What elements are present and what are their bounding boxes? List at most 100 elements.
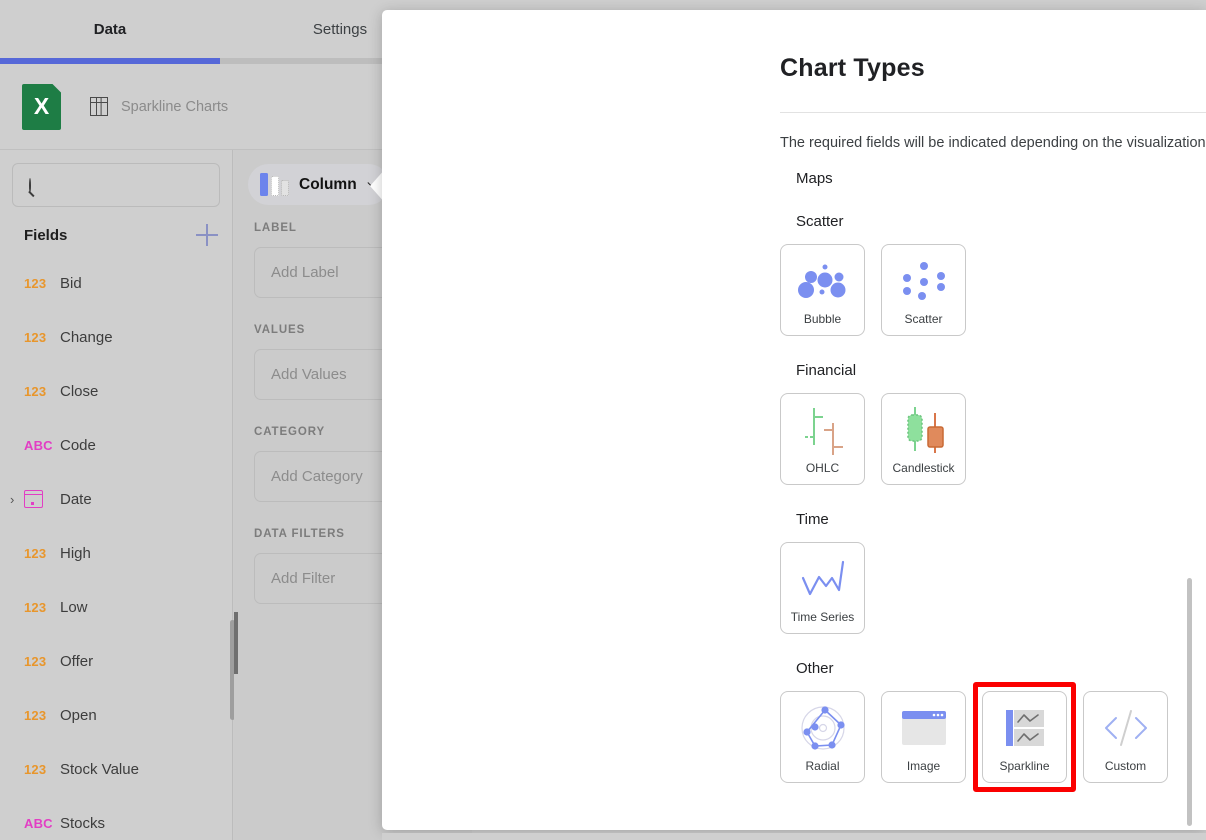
chart-type-card-scatter[interactable]: Scatter	[881, 244, 966, 336]
chart-type-card-wrapper: Bubble	[780, 244, 865, 336]
excel-icon: X	[22, 83, 61, 130]
image-chart-icon	[893, 703, 955, 753]
field-label: Offer	[60, 652, 94, 670]
chart-type-card-custom[interactable]: Custom	[1083, 691, 1168, 783]
ohlc-chart-icon	[792, 405, 854, 455]
custom-code-icon	[1095, 703, 1157, 753]
chart-type-group-title: Other	[796, 660, 834, 677]
field-label: Code	[60, 436, 96, 454]
field-row[interactable]: 123 Open	[0, 688, 232, 742]
calendar-icon	[24, 490, 43, 508]
search-input[interactable]	[41, 176, 240, 194]
chart-type-group: Maps	[780, 170, 1190, 187]
chart-type-card-row: Time Series	[780, 542, 1190, 634]
chart-types-dialog: Chart Types The required fields will be …	[382, 10, 1206, 830]
field-type-icon: 123	[24, 329, 47, 345]
chart-type-card-wrapper: Image	[881, 691, 966, 783]
chart-type-group: Other Radial Image Sparkline Custom	[780, 660, 1190, 792]
chart-type-group-title: Scatter	[796, 213, 844, 230]
chart-type-card-sparkline[interactable]: Sparkline	[982, 691, 1067, 783]
chart-type-group-title: Time	[796, 511, 829, 528]
chart-type-card-bubble[interactable]: Bubble	[780, 244, 865, 336]
chart-type-card-label: Sparkline	[999, 759, 1050, 773]
field-row[interactable]: 123 High	[0, 526, 232, 580]
chart-type-card-image[interactable]: Image	[881, 691, 966, 783]
chart-type-groups: Maps Scatter Bubble Scatter Financial OHLC	[780, 170, 1190, 830]
field-label: Stock Value	[60, 760, 139, 778]
dialog-bottom-strip	[382, 833, 1206, 840]
fields-panel: Fields 123 Bid 123 Change 123 Close ABC Code › Da…	[0, 150, 240, 840]
chart-type-card-label: Candlestick	[892, 461, 955, 475]
chart-type-card-label: Radial	[805, 759, 840, 773]
tab-data[interactable]: Data	[0, 0, 220, 58]
chart-type-card-label: OHLC	[805, 461, 840, 475]
dialog-subtitle: The required fields will be indicated de…	[780, 135, 1206, 151]
chart-type-group: Scatter Bubble Scatter	[780, 213, 1190, 336]
candlestick-chart-icon	[893, 405, 955, 455]
field-row[interactable]: ABC Code	[0, 418, 232, 472]
field-row[interactable]: ABC Stocks	[0, 796, 232, 840]
field-label: Bid	[60, 274, 82, 292]
dialog-scrollbar[interactable]	[1187, 578, 1192, 826]
chart-type-group: Financial OHLC Candlestick	[780, 362, 1190, 485]
search-field-container[interactable]	[12, 163, 240, 207]
table-icon	[90, 97, 108, 116]
sparkline-chart-icon	[994, 703, 1056, 753]
field-type-icon: 123	[24, 761, 47, 777]
column-chart-icon	[260, 173, 289, 196]
scatter-chart-icon	[893, 256, 955, 306]
chart-type-card-row: OHLC Candlestick	[780, 393, 1190, 485]
field-label: Date	[60, 490, 92, 508]
chevron-right-icon[interactable]: ›	[10, 492, 24, 507]
chart-type-card-ohlc[interactable]: OHLC	[780, 393, 865, 485]
chart-type-card-row: Radial Image Sparkline Custom	[780, 682, 1190, 792]
data-source-name: Sparkline Charts	[121, 98, 229, 115]
dialog-divider	[780, 112, 1206, 113]
bubble-chart-icon	[792, 256, 854, 306]
field-type-icon: ABC	[24, 437, 53, 453]
chart-type-card-wrapper: Radial	[780, 691, 865, 783]
field-label: Close	[60, 382, 99, 400]
field-type-icon: 123	[24, 545, 47, 561]
chart-type-card-wrapper: Candlestick	[881, 393, 966, 485]
chart-type-chip[interactable]: Column	[248, 164, 389, 205]
chart-type-card-wrapper: Time Series	[780, 542, 865, 634]
chart-type-card-wrapper: Scatter	[881, 244, 966, 336]
chart-type-card-radial[interactable]: Radial	[780, 691, 865, 783]
chart-type-card-label: Custom	[1104, 759, 1147, 773]
field-row[interactable]: 123 Bid	[0, 256, 232, 310]
chart-type-group-title: Maps	[796, 170, 833, 187]
field-label: Open	[60, 706, 97, 724]
field-row[interactable]: 123 Close	[0, 364, 232, 418]
add-field-icon[interactable]	[196, 224, 218, 246]
field-row[interactable]: 123 Change	[0, 310, 232, 364]
fields-list: 123 Bid 123 Change 123 Close ABC Code › Date 123 Hi…	[0, 250, 232, 840]
field-row[interactable]: 123 Stock Value	[0, 742, 232, 796]
selected-chart-type-highlight: Sparkline	[973, 682, 1076, 792]
chart-type-group-title: Financial	[796, 362, 857, 379]
dialog-title: Chart Types	[780, 54, 925, 82]
chart-type-card-label: Image	[906, 759, 941, 773]
field-type-icon: ABC	[24, 815, 53, 831]
chart-type-group: Time Time Series	[780, 511, 1190, 634]
field-type-icon: 123	[24, 275, 47, 291]
field-label: Change	[60, 328, 113, 346]
fields-header: Fields	[0, 207, 232, 250]
chart-type-card-time-series[interactable]: Time Series	[780, 542, 865, 634]
field-row[interactable]: 123 Offer	[0, 634, 232, 688]
chart-type-card-candlestick[interactable]: Candlestick	[881, 393, 966, 485]
radial-chart-icon	[792, 703, 854, 753]
chart-type-card-label: Time Series	[790, 610, 855, 624]
chart-type-card-label: Scatter	[904, 312, 943, 326]
chart-type-card-wrapper: Custom	[1083, 691, 1168, 783]
field-label: Low	[60, 598, 88, 616]
field-row[interactable]: 123 Low	[0, 580, 232, 634]
chart-type-card-row: Bubble Scatter	[780, 244, 1190, 336]
field-type-icon: 123	[24, 383, 47, 399]
search-icon	[29, 177, 31, 193]
chart-type-label: Column	[299, 175, 357, 193]
shelf-scrollbar[interactable]	[234, 612, 238, 674]
field-label: Stocks	[60, 814, 106, 832]
field-row[interactable]: › Date	[0, 472, 232, 526]
chart-type-card-label: Bubble	[803, 312, 842, 326]
